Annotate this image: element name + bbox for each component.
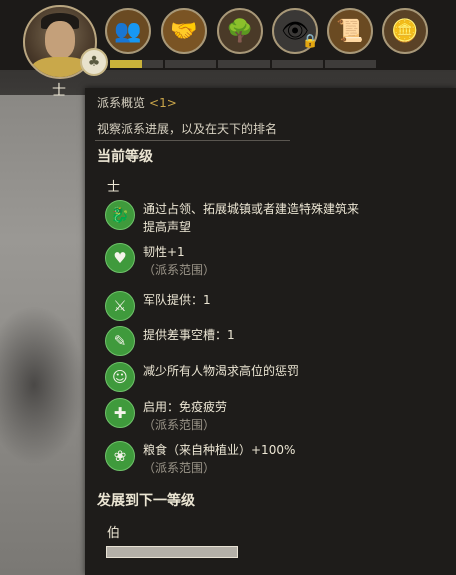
person-portrait-icon: ☺ bbox=[105, 362, 135, 392]
tooltip-hotkey: <1> bbox=[149, 96, 177, 110]
effect-scope: （派系范围） bbox=[143, 461, 216, 475]
effect-text: 启用：免疫疲劳 （派系范围） bbox=[143, 398, 393, 434]
faction-emblem-icon[interactable]: ♣ bbox=[80, 48, 108, 76]
next-level-heading: 发展到下一等级 bbox=[97, 493, 195, 509]
effect-item: 🐉 通过占领、拓展城镇或者建造特殊建筑来提高声望 bbox=[105, 200, 368, 236]
plague-immunity-icon: ✚ bbox=[105, 398, 135, 428]
progress-segment-divider bbox=[163, 60, 166, 68]
coins-icon[interactable]: 🪙 bbox=[382, 8, 428, 54]
progress-segment-divider bbox=[322, 60, 325, 68]
effect-item: ⚔ 军队提供：1 bbox=[105, 291, 393, 321]
grain-basket-icon: ❀ bbox=[105, 441, 135, 471]
army-supply-icon: ⚔ bbox=[105, 291, 135, 321]
faction-overview-tooltip: 派系概览 <1> 视察派系进展，以及在天下的排名 当前等级 士 🐉 通过占领、拓展城… bbox=[85, 88, 456, 575]
effect-text: 军队提供：1 bbox=[143, 291, 393, 309]
assignment-slot-icon: ✎ bbox=[105, 326, 135, 356]
court-icon[interactable]: 👥 bbox=[105, 8, 151, 54]
progress-fill bbox=[110, 60, 142, 68]
tooltip-title: 派系概览 <1> bbox=[97, 94, 177, 111]
effect-text: 韧性+1 （派系范围） bbox=[143, 243, 393, 279]
tooltip-title-text: 派系概览 bbox=[97, 96, 146, 110]
faction-rank-label: 士 bbox=[52, 83, 66, 99]
effect-text: 减少所有人物渴求高位的惩罚 bbox=[143, 362, 393, 380]
effect-text: 通过占领、拓展城镇或者建造特殊建筑来提高声望 bbox=[143, 200, 368, 236]
effect-scope: （派系范围） bbox=[143, 263, 216, 277]
effect-label: 提供差事空槽：1 bbox=[143, 328, 235, 342]
divider bbox=[95, 140, 290, 141]
next-rank: 伯 bbox=[107, 526, 121, 541]
effect-text: 粮食（来自种植业）+100% （派系范围） bbox=[143, 441, 393, 477]
effect-item: ✚ 启用：免疫疲劳 （派系范围） bbox=[105, 398, 393, 434]
effect-label: 通过占领、拓展城镇或者建造特殊建筑来提高声望 bbox=[143, 202, 360, 234]
lock-icon: 🔒 bbox=[302, 34, 319, 49]
map-background bbox=[0, 95, 85, 575]
effect-label: 减少所有人物渴求高位的惩罚 bbox=[143, 364, 300, 378]
effect-item: ❀ 粮食（来自种植业）+100% （派系范围） bbox=[105, 441, 393, 477]
effect-label: 军队提供：1 bbox=[143, 293, 211, 307]
current-rank: 士 bbox=[107, 180, 121, 195]
current-level-heading: 当前等级 bbox=[97, 149, 153, 165]
progress-segment-divider bbox=[269, 60, 272, 68]
next-level-progress-bar bbox=[106, 546, 238, 558]
tree-icon[interactable]: 🌳 bbox=[217, 8, 263, 54]
portrait-face bbox=[45, 21, 75, 59]
effect-item: ✎ 提供差事空槽：1 bbox=[105, 326, 393, 356]
effect-item: ♥ 韧性+1 （派系范围） bbox=[105, 243, 393, 279]
tooltip-subtitle: 视察派系进展，以及在天下的排名 bbox=[97, 122, 278, 136]
effect-text: 提供差事空槽：1 bbox=[143, 326, 393, 344]
effect-scope: （派系范围） bbox=[143, 418, 216, 432]
effect-label: 启用：免疫疲劳 bbox=[143, 400, 228, 414]
handshake-icon[interactable]: 🤝 bbox=[161, 8, 207, 54]
effect-label: 粮食（来自种植业）+100% bbox=[143, 443, 296, 457]
dragon-icon: 🐉 bbox=[105, 200, 135, 230]
scroll-icon[interactable]: 📜 bbox=[327, 8, 373, 54]
effect-item: ☺ 减少所有人物渴求高位的惩罚 bbox=[105, 362, 393, 392]
effect-label: 韧性+1 bbox=[143, 245, 185, 259]
progress-segment-divider bbox=[216, 60, 219, 68]
faction-progress-bar bbox=[110, 60, 376, 68]
heart-plus-icon: ♥ bbox=[105, 243, 135, 273]
